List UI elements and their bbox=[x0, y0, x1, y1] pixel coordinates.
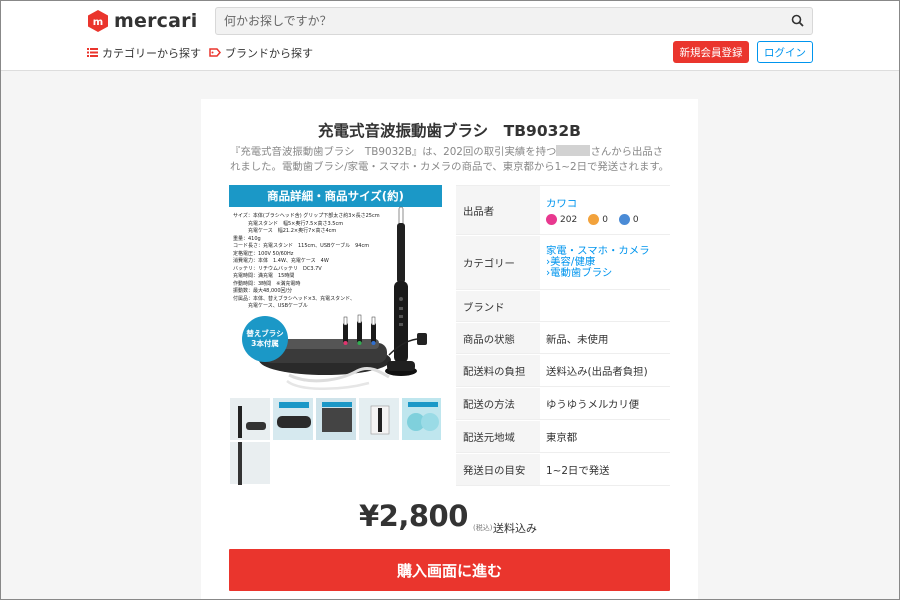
thumbnail[interactable] bbox=[401, 397, 442, 441]
category-link-3-text: 電動歯ブラシ bbox=[550, 267, 613, 279]
condition-label: 商品の状態 bbox=[456, 323, 540, 353]
shipping-fee-label: 配送料の負担 bbox=[456, 355, 540, 386]
ship-from-label: 配送元地域 bbox=[456, 421, 540, 452]
item-price: ¥2,800 bbox=[359, 499, 468, 533]
ship-from-value: 東京都 bbox=[546, 432, 578, 444]
thumbnail[interactable] bbox=[358, 397, 400, 441]
category-label: カテゴリー bbox=[456, 236, 540, 289]
shipping-included-label: 送料込み bbox=[493, 522, 537, 535]
neutral-face-icon bbox=[588, 214, 600, 225]
seller-value: カワコ 202 0 0 bbox=[540, 186, 670, 234]
nav-category-label: カテゴリーから探す bbox=[102, 47, 201, 60]
detail-row-shipping-fee: 配送料の負担 送料込み(出品者負担) bbox=[456, 355, 670, 387]
detail-row-shipping-method: 配送の方法 ゆうゆうメルカリ便 bbox=[456, 388, 670, 420]
tax-label: (税込) bbox=[473, 524, 493, 532]
shipping-fee-value: 送料込み(出品者負担) bbox=[546, 366, 648, 378]
seller-label: 出品者 bbox=[456, 186, 540, 234]
product-image[interactable]: 商品詳細・商品サイズ(約) サイズ：本体(ブラシヘッド含) グリップ下部太さ約3… bbox=[229, 185, 442, 485]
ship-days-value: 1~2日で発送 bbox=[546, 465, 610, 477]
rating-normal: 0 bbox=[588, 214, 608, 225]
brand-label: ブランド bbox=[456, 291, 540, 321]
site-header: m mercari カテゴリーから探す bbox=[1, 1, 899, 71]
detail-row-ship-days: 発送日の目安 1~2日で発送 bbox=[456, 454, 670, 486]
thumbnail[interactable] bbox=[229, 441, 271, 485]
rating-normal-count: 0 bbox=[602, 214, 608, 225]
buy-button[interactable]: 購入画面に進む bbox=[229, 549, 670, 591]
rating-bad: 0 bbox=[618, 214, 639, 225]
sad-face-icon bbox=[618, 214, 630, 225]
detail-row-ship-from: 配送元地域 東京都 bbox=[456, 421, 670, 453]
rating-good-count: 202 bbox=[560, 214, 578, 225]
svg-text:m: m bbox=[93, 17, 103, 28]
register-button[interactable]: 新規会員登録 bbox=[673, 41, 749, 63]
detail-row-seller: 出品者 カワコ 202 0 0 bbox=[456, 186, 670, 235]
category-link-3[interactable]: ›電動歯ブラシ bbox=[546, 268, 650, 279]
detail-row-condition: 商品の状態 新品、未使用 bbox=[456, 323, 670, 354]
thumbnail[interactable] bbox=[229, 397, 271, 441]
shipping-method-label: 配送の方法 bbox=[456, 388, 540, 419]
toothbrush-illustration bbox=[259, 206, 427, 390]
item-card: 充電式音波振動歯ブラシ TB9032B 『充電式音波振動歯ブラシ TB9032B… bbox=[201, 99, 698, 600]
search-bar bbox=[215, 7, 813, 35]
image-thumbnails bbox=[229, 397, 442, 485]
seller-rating: 202 0 0 bbox=[546, 214, 650, 225]
ship-days-label: 発送日の目安 bbox=[456, 454, 540, 485]
tag-icon bbox=[209, 47, 221, 60]
search-icon[interactable] bbox=[790, 13, 806, 29]
thumbnail[interactable] bbox=[315, 397, 357, 441]
nav-brand-link[interactable]: ブランドから探す bbox=[209, 45, 313, 61]
nav-brand-label: ブランドから探す bbox=[225, 47, 313, 60]
extra-brush-badge: 替えブラシ 3本付属 bbox=[242, 316, 288, 362]
mercari-logo-icon: m bbox=[87, 9, 109, 33]
item-description: 『充電式音波振動歯ブラシ TB9032B』は、202回の取引実績を持つ さんから出… bbox=[230, 145, 670, 175]
logo-text: mercari bbox=[114, 10, 198, 32]
description-text-1: 『充電式音波振動歯ブラシ TB9032B』は、202回の取引実績を持つ bbox=[230, 146, 557, 158]
thumbnail[interactable] bbox=[272, 397, 314, 441]
search-input[interactable] bbox=[216, 8, 776, 34]
seller-name-link[interactable]: カワコ bbox=[546, 195, 577, 210]
item-title: 充電式音波振動歯ブラシ TB9032B bbox=[317, 122, 582, 140]
category-value: 家電・スマホ・カメラ ›美容/健康 ›電動歯ブラシ bbox=[540, 236, 670, 289]
rating-good: 202 bbox=[546, 214, 577, 225]
shipping-method-value: ゆうゆうメルカリ便 bbox=[546, 399, 640, 411]
badge-line-2: 3本付属 bbox=[251, 339, 279, 348]
detail-row-brand: ブランド bbox=[456, 291, 670, 322]
condition-value: 新品、未使用 bbox=[546, 333, 609, 346]
detail-row-category: カテゴリー 家電・スマホ・カメラ ›美容/健康 ›電動歯ブラシ bbox=[456, 236, 670, 290]
brand-value bbox=[540, 291, 670, 321]
mercari-logo[interactable]: m mercari bbox=[87, 8, 197, 34]
badge-line-1: 替えブラシ bbox=[246, 329, 284, 338]
nav-category-link[interactable]: カテゴリーから探す bbox=[87, 45, 201, 61]
rating-bad-count: 0 bbox=[632, 214, 639, 225]
login-button[interactable]: ログイン bbox=[757, 41, 813, 63]
list-icon bbox=[87, 47, 98, 60]
item-details-table: 出品者 カワコ 202 0 0 カテゴリー 家電・スマホ・カメラ ›美容/健康 … bbox=[456, 185, 670, 486]
thumbnail-area-blank bbox=[272, 441, 442, 485]
redacted-username bbox=[556, 145, 591, 156]
smile-face-icon bbox=[546, 214, 557, 225]
